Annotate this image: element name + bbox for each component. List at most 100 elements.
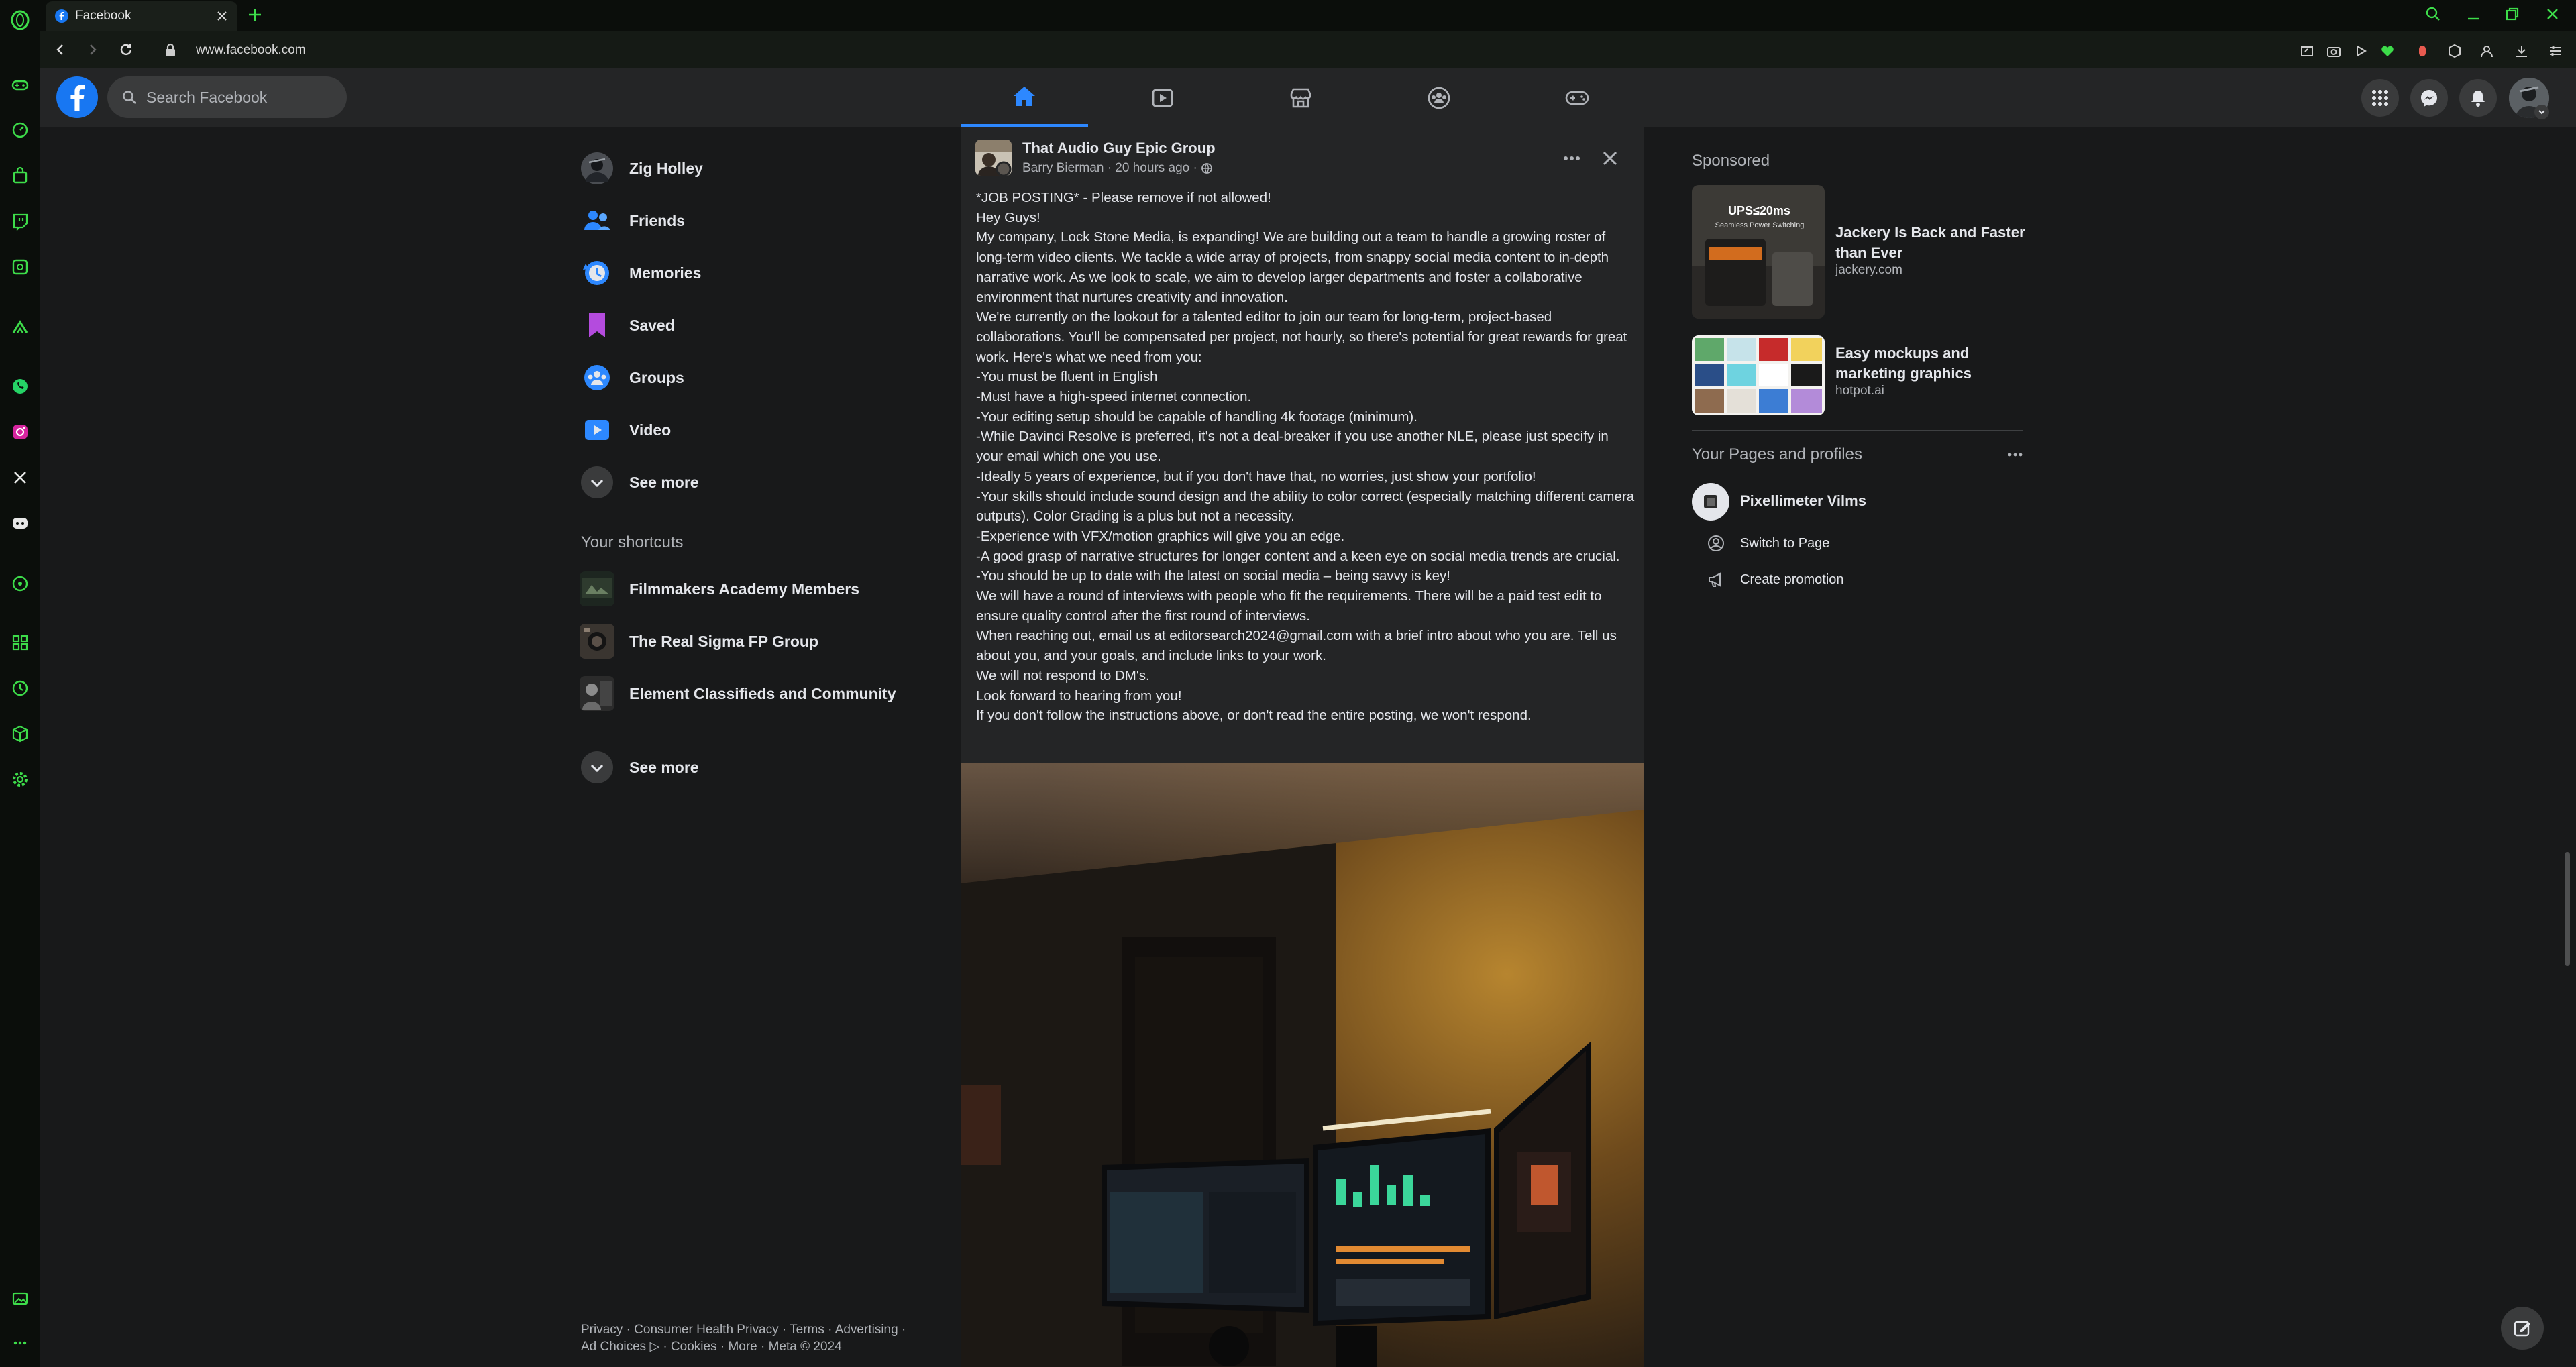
history-icon[interactable]: [8, 676, 32, 700]
download-icon[interactable]: [2513, 42, 2530, 60]
gx-control-icon[interactable]: [8, 255, 32, 279]
search-tabs-icon[interactable]: [2424, 5, 2442, 23]
ad-title[interactable]: Jackery Is Back and Faster than Ever: [1835, 223, 2030, 263]
player-icon[interactable]: [2352, 42, 2369, 60]
footer-line[interactable]: Ad Choices ▷ · Cookies · More · Meta © 2…: [581, 1338, 930, 1355]
post-line: My company, Lock Stone Media, is expandi…: [976, 229, 1609, 305]
left-nav-profile[interactable]: Zig Holley: [580, 145, 703, 192]
post-more-options-icon[interactable]: [1560, 149, 1583, 168]
music-player-icon[interactable]: [8, 571, 32, 596]
left-nav-friends[interactable]: Friends: [580, 197, 685, 244]
extension-cube-icon[interactable]: [2446, 42, 2463, 60]
sponsored-title: Sponsored: [1692, 152, 1770, 170]
tab-close-icon[interactable]: [216, 10, 228, 22]
extension-red-icon[interactable]: [2414, 42, 2431, 60]
left-nav-groups[interactable]: Groups: [580, 354, 684, 401]
url-field[interactable]: www.facebook.com: [196, 43, 306, 58]
notifications-button[interactable]: [2459, 79, 2497, 117]
menu-button[interactable]: [2361, 79, 2399, 117]
lock-icon[interactable]: [164, 42, 177, 58]
forward-button[interactable]: [82, 39, 103, 60]
search-placeholder: Search Facebook: [146, 88, 268, 106]
post-close-icon[interactable]: [1599, 148, 1621, 169]
ad-title[interactable]: Easy mockups and marketing graphics: [1835, 343, 2030, 384]
discord-icon[interactable]: [8, 511, 32, 535]
post-author[interactable]: Barry Bierman: [1022, 161, 1104, 176]
easy-setup-icon[interactable]: [2546, 42, 2564, 60]
ad-domain: jackery.com: [1835, 263, 1902, 277]
post-line: We will have a round of interviews with …: [976, 588, 1602, 624]
heart-icon[interactable]: [2379, 42, 2396, 60]
pages-more-options-icon[interactable]: [2006, 448, 2025, 461]
tab-home[interactable]: [961, 68, 1088, 127]
post-time[interactable]: · 20 hours ago ·: [1104, 161, 1201, 176]
post-line: -Must have a high-speed internet connect…: [976, 389, 1252, 405]
post-line: *JOB POSTING* - Please remove if not all…: [976, 190, 1271, 205]
create-promotion-button[interactable]: Create promotion: [1707, 570, 1844, 589]
browser-tab[interactable]: Facebook: [46, 1, 237, 31]
new-tab-button[interactable]: [246, 5, 264, 24]
reload-button[interactable]: [115, 39, 137, 60]
opera-logo-icon[interactable]: [8, 8, 32, 32]
tab-groups[interactable]: [1375, 68, 1503, 127]
new-message-button[interactable]: [2501, 1307, 2544, 1350]
shopping-bag-icon[interactable]: [8, 164, 32, 188]
restore-button[interactable]: [2504, 5, 2521, 23]
workspaces-icon[interactable]: [8, 631, 32, 655]
left-nav-saved[interactable]: Saved: [580, 302, 675, 349]
address-bar: [40, 31, 2576, 68]
minimize-button[interactable]: [2465, 5, 2482, 23]
ad-thumbnail[interactable]: [1692, 335, 1825, 415]
ad-item[interactable]: Jackery Is Back and Faster than Ever jac…: [1835, 223, 2030, 278]
messenger-button[interactable]: [2410, 79, 2448, 117]
group-avatar[interactable]: [975, 140, 1012, 176]
back-button[interactable]: [50, 39, 71, 60]
tab-marketplace[interactable]: [1237, 68, 1364, 127]
gx-corner-icon[interactable]: [8, 315, 32, 339]
post-line: Look forward to hearing from you!: [976, 688, 1182, 704]
send-to-icon[interactable]: [2298, 42, 2316, 60]
facebook-logo-icon[interactable]: [56, 76, 98, 118]
shortcut-item[interactable]: The Real Sigma FP Group: [580, 618, 818, 665]
footer-line[interactable]: Privacy · Consumer Health Privacy · Term…: [581, 1321, 930, 1338]
whatsapp-icon[interactable]: [8, 374, 32, 398]
speed-dial-icon[interactable]: [8, 118, 32, 142]
close-window-button[interactable]: [2544, 5, 2561, 23]
shortcut-thumbnail: [580, 676, 614, 711]
post-line: When reaching out, email us at editorsea…: [976, 628, 1617, 664]
page-name[interactable]: Pixellimeter Vilms: [1740, 492, 1866, 510]
gallery-icon[interactable]: [8, 1287, 32, 1311]
shortcuts-see-more[interactable]: See more: [580, 744, 699, 791]
groups-nav-icon: [1426, 85, 1452, 111]
profile-icon[interactable]: [2478, 42, 2496, 60]
tab-video[interactable]: [1099, 68, 1226, 127]
post-line: -While Davinci Resolve is preferred, it'…: [976, 429, 1609, 465]
camera-snapshot-icon[interactable]: [2325, 42, 2343, 60]
switch-to-page-button[interactable]: Switch to Page: [1707, 534, 1829, 553]
post-meta: Barry Bierman · 20 hours ago ·: [1022, 161, 1213, 176]
left-nav-see-more[interactable]: See more: [580, 459, 699, 506]
post-line: -You should be up to date with the lates…: [976, 568, 1450, 584]
ad-item[interactable]: Easy mockups and marketing graphics hotp…: [1835, 343, 2030, 398]
shortcut-item[interactable]: Filmmakers Academy Members: [580, 565, 859, 612]
left-nav-memories[interactable]: Memories: [580, 250, 701, 296]
privacy-globe-icon[interactable]: [1201, 162, 1213, 174]
ad-thumbnail[interactable]: UPS≤20ms Seamless Power Switching: [1692, 185, 1825, 319]
footer-links[interactable]: Privacy · Consumer Health Privacy · Term…: [581, 1321, 930, 1355]
page-scrollbar[interactable]: [2565, 852, 2570, 966]
post-group-name[interactable]: That Audio Guy Epic Group: [1022, 140, 1216, 157]
twitch-icon[interactable]: [8, 209, 32, 233]
post-image[interactable]: [961, 763, 1644, 1367]
page-avatar[interactable]: [1692, 483, 1729, 521]
account-chevron-icon[interactable]: [2534, 105, 2549, 119]
shortcut-item[interactable]: Element Classifieds and Community: [580, 670, 896, 717]
tab-gaming[interactable]: [1513, 68, 1641, 127]
extensions-cube-icon[interactable]: [8, 722, 32, 746]
left-nav-video[interactable]: Video: [580, 406, 671, 453]
search-input[interactable]: Search Facebook: [107, 76, 347, 118]
instagram-icon[interactable]: [8, 420, 32, 444]
x-twitter-icon[interactable]: [8, 466, 32, 490]
more-dots-icon[interactable]: [8, 1331, 32, 1355]
gamepad-icon[interactable]: [8, 72, 32, 97]
settings-gear-icon[interactable]: [8, 767, 32, 791]
